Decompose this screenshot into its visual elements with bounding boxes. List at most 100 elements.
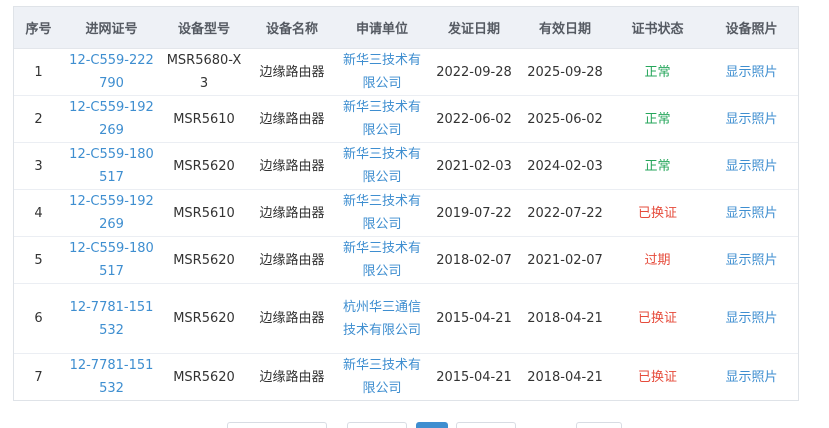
table-cell: 2022-09-28 xyxy=(428,48,520,96)
header-device-photo: 设备照片 xyxy=(705,7,798,49)
table-row: 6 12-7781-151532 MSR5620 边缘路由器 杭州华三通信技术有限公司 2… xyxy=(14,283,798,354)
table-cell: 边缘路由器 xyxy=(248,48,336,96)
device-name: 边缘路由器 xyxy=(259,311,325,326)
table-cell: 2018-04-21 xyxy=(520,354,610,401)
pagination-button[interactable] xyxy=(347,422,407,428)
table-cell: 边缘路由器 xyxy=(248,354,336,401)
header-device-name: 设备名称 xyxy=(248,7,336,49)
table-header-row: 序号 进网证号 设备型号 设备名称 申请单位 发证日期 有效日期 证书状态 设备… xyxy=(14,7,798,49)
cert-number-link[interactable]: 12-C559-192269 xyxy=(69,100,154,138)
applicant-link[interactable]: 杭州华三通信技术有限公司 xyxy=(343,300,421,338)
issue-date: 2018-02-07 xyxy=(436,252,512,268)
table-cell: 正常 xyxy=(610,142,705,190)
table-cell: 显示照片 xyxy=(705,48,798,96)
row-index: 4 xyxy=(34,205,43,221)
device-name: 边缘路由器 xyxy=(259,369,325,385)
cert-number-link[interactable]: 12-C559-180517 xyxy=(69,241,154,279)
pagination-button[interactable] xyxy=(227,422,327,428)
table-row: 4 12-C559-192269 MSR5610 边缘路由器 新华三技术有限公司 2019… xyxy=(14,189,798,237)
cert-number-link[interactable]: 12-7781-151532 xyxy=(70,300,154,338)
table-row: 3 12-C559-180517 MSR5620 边缘路由器 新华三技术有限公司 2021… xyxy=(14,142,798,190)
table-cell: 新华三技术有限公司 xyxy=(336,142,428,190)
valid-date: 2024-02-03 xyxy=(527,158,603,174)
issue-date: 2015-04-21 xyxy=(436,369,512,385)
table-row: 5 12-C559-180517 MSR5620 边缘路由器 新华三技术有限公司 2018… xyxy=(14,236,798,284)
applicant-link[interactable]: 新华三技术有限公司 xyxy=(343,147,421,185)
table-cell: 2015-04-21 xyxy=(428,283,520,354)
certificate-table-container: 序号 进网证号 设备型号 设备名称 申请单位 发证日期 有效日期 证书状态 设备… xyxy=(13,6,799,401)
table-cell: MSR5620 xyxy=(160,236,248,284)
header-index: 序号 xyxy=(14,7,63,49)
table-cell: 12-7781-151532 xyxy=(63,354,160,401)
table-row: 1 12-C559-222790 MSR5680-X3 边缘路由器 新华三技术有限公司 2… xyxy=(14,48,798,96)
pagination-page-current[interactable] xyxy=(416,422,448,428)
table-cell: 显示照片 xyxy=(705,354,798,401)
device-name: 边缘路由器 xyxy=(259,111,325,127)
cert-number-link[interactable]: 12-C559-192269 xyxy=(69,194,154,232)
table-cell: MSR5610 xyxy=(160,95,248,143)
table-row: 7 12-7781-151532 MSR5620 边缘路由器 新华三技术有限公司 2015… xyxy=(14,354,798,401)
table-cell: 新华三技术有限公司 xyxy=(336,354,428,401)
header-cert-status: 证书状态 xyxy=(610,7,705,49)
header-cert-number: 进网证号 xyxy=(63,7,160,49)
table-cell: 杭州华三通信技术有限公司 xyxy=(336,283,428,354)
table-cell: 边缘路由器 xyxy=(248,189,336,237)
table-cell: MSR5620 xyxy=(160,142,248,190)
cert-status: 正常 xyxy=(644,158,671,174)
cert-number-link[interactable]: 12-C559-180517 xyxy=(69,147,154,185)
show-photo-link[interactable]: 显示照片 xyxy=(725,112,777,127)
cert-status: 正常 xyxy=(644,111,671,127)
device-name: 边缘路由器 xyxy=(259,64,325,80)
applicant-link[interactable]: 新华三技术有限公司 xyxy=(343,241,421,279)
table-cell: 过期 xyxy=(610,236,705,284)
table-cell: 2018-04-21 xyxy=(520,283,610,354)
row-index: 3 xyxy=(34,158,43,174)
pagination-button[interactable] xyxy=(576,422,622,428)
table-cell: 边缘路由器 xyxy=(248,142,336,190)
valid-date: 2025-09-28 xyxy=(527,64,603,80)
table-cell: 正常 xyxy=(610,95,705,143)
table-cell: 显示照片 xyxy=(705,142,798,190)
device-model: MSR5620 xyxy=(173,158,235,174)
table-cell: 2022-06-02 xyxy=(428,95,520,143)
pagination xyxy=(0,422,829,428)
applicant-link[interactable]: 新华三技术有限公司 xyxy=(343,194,421,232)
pagination-button[interactable] xyxy=(456,422,516,428)
table-cell: 12-7781-151532 xyxy=(63,283,160,354)
table-cell: 2018-02-07 xyxy=(428,236,520,284)
table-cell: 新华三技术有限公司 xyxy=(336,95,428,143)
table-cell: 2024-02-03 xyxy=(520,142,610,190)
applicant-link[interactable]: 新华三技术有限公司 xyxy=(343,53,421,91)
cert-status: 已换证 xyxy=(637,205,677,221)
cert-status: 已换证 xyxy=(637,369,677,385)
issue-date: 2019-07-22 xyxy=(436,205,512,221)
show-photo-link[interactable]: 显示照片 xyxy=(725,206,777,221)
table-cell: 已换证 xyxy=(610,283,705,354)
table-cell: 2021-02-03 xyxy=(428,142,520,190)
device-name: 边缘路由器 xyxy=(259,205,325,221)
issue-date: 2021-02-03 xyxy=(436,158,512,174)
row-index: 6 xyxy=(34,311,43,326)
cert-number-link[interactable]: 12-C559-222790 xyxy=(69,53,154,91)
table-cell: 显示照片 xyxy=(705,95,798,143)
table-cell: 显示照片 xyxy=(705,189,798,237)
device-model: MSR5610 xyxy=(173,205,235,221)
table-cell: 5 xyxy=(14,236,63,284)
header-applicant: 申请单位 xyxy=(336,7,428,49)
show-photo-link[interactable]: 显示照片 xyxy=(725,159,777,174)
issue-date: 2022-06-02 xyxy=(436,111,512,127)
show-photo-link[interactable]: 显示照片 xyxy=(725,65,777,80)
table-cell: 显示照片 xyxy=(705,283,798,354)
show-photo-link[interactable]: 显示照片 xyxy=(725,311,777,326)
applicant-link[interactable]: 新华三技术有限公司 xyxy=(343,100,421,138)
issue-date: 2022-09-28 xyxy=(436,64,512,80)
table-cell: 6 xyxy=(14,283,63,354)
show-photo-link[interactable]: 显示照片 xyxy=(725,370,777,385)
table-cell: 已换证 xyxy=(610,354,705,401)
header-issue-date: 发证日期 xyxy=(428,7,520,49)
table-cell: 2015-04-21 xyxy=(428,354,520,401)
applicant-link[interactable]: 新华三技术有限公司 xyxy=(343,358,421,396)
show-photo-link[interactable]: 显示照片 xyxy=(725,253,777,268)
table-cell: 12-C559-180517 xyxy=(63,236,160,284)
cert-number-link[interactable]: 12-7781-151532 xyxy=(70,358,154,396)
